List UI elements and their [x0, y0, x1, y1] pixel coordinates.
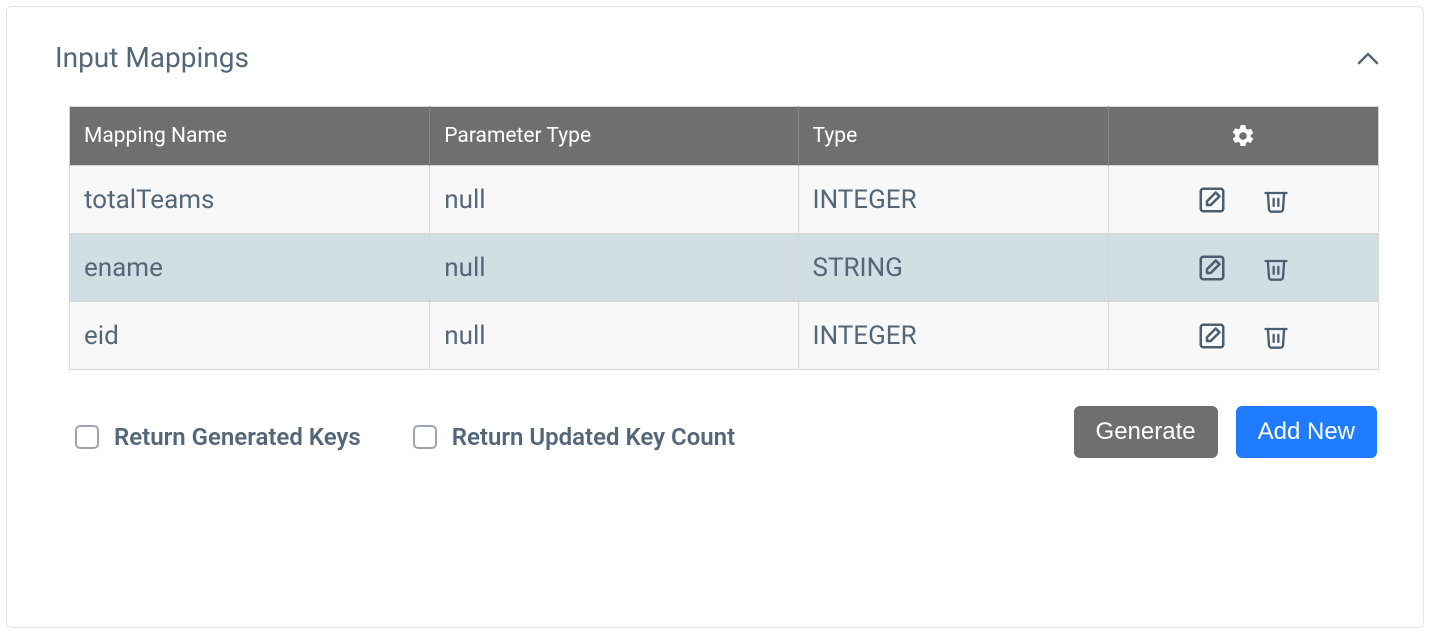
cell-mapping-name: totalTeams [70, 166, 430, 234]
header-mapping-name: Mapping Name [70, 107, 430, 166]
header-type: Type [798, 107, 1108, 166]
mappings-table: Mapping Name Parameter Type Type totalTe… [69, 106, 1379, 370]
cell-actions [1108, 302, 1378, 370]
cell-parameter-type: null [430, 166, 798, 234]
cell-type: INTEGER [798, 302, 1108, 370]
return-updated-count-checkbox[interactable]: Return Updated Key Count [409, 422, 735, 452]
panel-header: Input Mappings [7, 7, 1423, 86]
table-row: eid null INTEGER [70, 302, 1379, 370]
return-updated-count-label: Return Updated Key Count [452, 423, 735, 451]
header-parameter-type: Parameter Type [430, 107, 798, 166]
return-generated-keys-label: Return Generated Keys [114, 423, 361, 451]
header-actions [1108, 107, 1378, 166]
cell-type: STRING [798, 234, 1108, 302]
add-new-button[interactable]: Add New [1236, 406, 1377, 458]
cell-actions [1108, 234, 1378, 302]
panel-body: Mapping Name Parameter Type Type totalTe… [7, 86, 1423, 452]
cell-actions [1108, 166, 1378, 234]
collapse-icon[interactable] [1357, 44, 1379, 72]
cell-mapping-name: eid [70, 302, 430, 370]
input-mappings-panel: Input Mappings Mapping Name Parameter Ty… [6, 6, 1424, 628]
trash-icon[interactable] [1262, 320, 1290, 351]
return-updated-count-input[interactable] [413, 425, 437, 449]
generate-button[interactable]: Generate [1074, 406, 1218, 458]
cell-type: INTEGER [798, 166, 1108, 234]
edit-icon[interactable] [1197, 184, 1227, 215]
return-generated-keys-checkbox[interactable]: Return Generated Keys [71, 422, 361, 452]
table-header-row: Mapping Name Parameter Type Type [70, 107, 1379, 166]
trash-icon[interactable] [1262, 252, 1290, 283]
return-generated-keys-input[interactable] [75, 425, 99, 449]
gear-icon [1230, 124, 1256, 148]
panel-title: Input Mappings [55, 41, 249, 74]
edit-icon[interactable] [1197, 252, 1227, 283]
cell-parameter-type: null [430, 302, 798, 370]
edit-icon[interactable] [1197, 320, 1227, 351]
table-row: ename null STRING [70, 234, 1379, 302]
table-row: totalTeams null INTEGER [70, 166, 1379, 234]
trash-icon[interactable] [1262, 184, 1290, 215]
cell-parameter-type: null [430, 234, 798, 302]
cell-mapping-name: ename [70, 234, 430, 302]
